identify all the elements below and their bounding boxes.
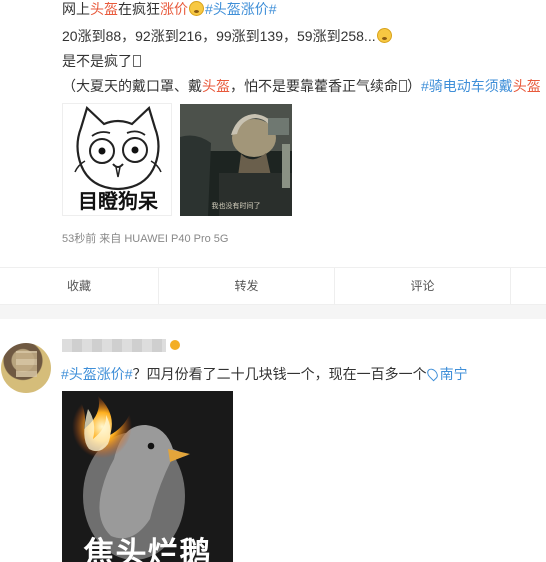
post-text-line: 网上头盔在疯狂涨价 #头盔涨价# (62, 0, 277, 19)
photo-subtitle: 我也没有时间了 (211, 203, 261, 210)
avatar-mosaic (16, 351, 37, 377)
repost-button[interactable]: 转发 (158, 268, 334, 304)
post-meta: 53秒前 来自 HUAWEI P40 Pro 5G (62, 233, 229, 245)
post-text-line: #头盔涨价#？四月份看了二十几块钱一个，现在一百多一个 南宁 (61, 364, 468, 384)
keyword-price[interactable]: 涨价 (160, 1, 188, 17)
like-button[interactable] (510, 268, 546, 304)
hashtag-link[interactable]: #头盔涨价# (61, 366, 133, 382)
price-list-text: 20涨到88，92涨到216，99涨到139，59涨到258... (62, 28, 376, 44)
question-text: 是不是疯了 (62, 53, 132, 69)
hashtag-link[interactable]: #头盔涨价# (205, 1, 277, 17)
post-text-line: 20涨到88，92涨到216，99涨到139，59涨到258... (62, 26, 393, 46)
avatar[interactable] (1, 343, 51, 393)
keyword-helmet[interactable]: 头盔 (90, 1, 118, 17)
meme-title: 焦头烂鹅 (83, 536, 212, 562)
meme-image-goose[interactable]: 焦头烂鹅 (62, 391, 233, 562)
hashtag-link[interactable]: #骑电动车须戴 (421, 78, 513, 94)
meme-image-dog[interactable]: 目瞪狗呆 (62, 103, 172, 216)
missing-emoji-box (399, 80, 407, 92)
meme-caption: 目瞪狗呆 (78, 189, 158, 213)
comment-button[interactable]: 评论 (334, 268, 510, 304)
text-segment: 网上 (62, 1, 90, 17)
post-text-line: 是不是疯了 (62, 51, 141, 71)
text-segment: 在疯狂 (118, 1, 160, 17)
keyword-helmet[interactable]: 头盔 (202, 78, 230, 94)
post-text-line: （大夏天的戴口罩、戴头盔，怕不是要靠藿香正气续命 ）#骑电动车须戴头盔 (62, 76, 541, 96)
blurred-username[interactable] (62, 339, 166, 352)
photo-scene (180, 104, 292, 216)
weibo-post: 网上头盔在疯狂涨价 #头盔涨价# 20涨到88，92涨到216，99涨到139，5… (0, 0, 546, 305)
fearful-emoji-icon (376, 28, 392, 43)
verified-badge-icon (170, 340, 180, 350)
text-segment: ，怕不是要靠藿香正气续命 (230, 78, 398, 94)
feed-separator (0, 305, 546, 319)
post-action-bar: 收藏 转发 评论 (0, 267, 546, 305)
location-link[interactable]: 南宁 (440, 366, 468, 382)
fearful-emoji-icon (189, 1, 204, 16)
meme-image-old-man[interactable]: 我也没有时间了 (180, 104, 292, 216)
weibo-post: #头盔涨价#？四月份看了二十几块钱一个，现在一百多一个 南宁 焦头烂鹅 (0, 319, 546, 562)
closing-paren: ） (407, 78, 421, 94)
post-text: ？四月份看了二十几块钱一个，现在一百多一个 (132, 366, 427, 382)
keyword-helmet[interactable]: 头盔 (513, 78, 541, 94)
favorite-button[interactable]: 收藏 (0, 268, 158, 304)
text-segment: （大夏天的戴口罩、戴 (62, 78, 202, 94)
missing-emoji-box (133, 55, 141, 67)
